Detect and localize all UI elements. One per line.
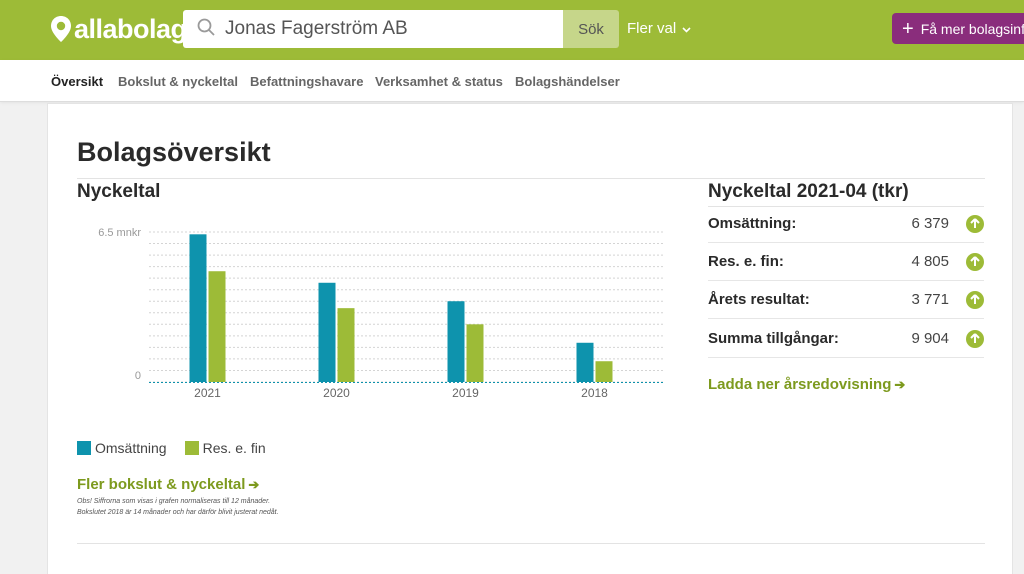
key-figure-value: 3 771 xyxy=(911,291,949,308)
key-figure-value: 6 379 xyxy=(911,215,949,232)
tab-bokslut-nyckeltal[interactable]: Bokslut & nyckeltal xyxy=(118,74,238,89)
search-input[interactable] xyxy=(225,18,545,40)
bar-res-e-fin-2021 xyxy=(208,271,226,382)
location-pin-icon xyxy=(50,15,72,43)
bar-res-e-fin-2020 xyxy=(337,308,355,382)
company-subnav: Översikt Bokslut & nyckeltal Befattnings… xyxy=(0,60,1024,102)
key-figures-chart: 6.5 mnkr 0 2021 2020 2019 2018 xyxy=(77,212,669,412)
bar-res-e-fin-2018 xyxy=(595,361,613,382)
key-figure-row: Omsättning: 6 379 xyxy=(708,205,984,243)
legend-swatch xyxy=(77,441,91,455)
key-figure-value: 9 904 xyxy=(911,330,949,347)
arrow-up-icon xyxy=(966,290,984,309)
search-button[interactable]: Sök xyxy=(563,10,619,48)
key-figure-value: 4 805 xyxy=(911,253,949,270)
arrow-right-icon: ➔ xyxy=(894,377,906,392)
key-figure-label: Årets resultat: xyxy=(708,291,810,308)
bar-res-e-fin-2019 xyxy=(466,324,484,382)
more-financials-link[interactable]: Fler bokslut & nyckeltal ➔ xyxy=(77,476,259,493)
top-bar: allabolag Sök Fler val + Få mer bolagsin… xyxy=(0,0,1024,60)
legend-item-res-e-fin: Res. e. fin xyxy=(184,440,266,456)
key-figure-row: Res. e. fin: 4 805 xyxy=(708,243,984,281)
bar-omsattning-2019 xyxy=(447,301,465,382)
chart-note-line-1: Obs! Siffrorna som visas i grafen normal… xyxy=(77,498,271,505)
bar-chart-svg: 6.5 mnkr 0 2021 2020 2019 2018 xyxy=(98,227,665,400)
title-divider xyxy=(77,178,985,179)
key-figures-title: Nyckeltal 2021-04 (tkr) xyxy=(708,181,909,202)
key-figure-label: Omsättning: xyxy=(708,215,797,232)
tab-bolagshandelser[interactable]: Bolagshändelser xyxy=(515,74,620,89)
more-options-label: Fler val xyxy=(627,20,677,37)
legend-label: Omsättning xyxy=(95,440,167,456)
x-tick-label: 2021 xyxy=(194,386,221,400)
key-figure-row: Årets resultat: 3 771 xyxy=(708,281,984,319)
plus-icon: + xyxy=(902,17,914,40)
chart-legend: Omsättning Res. e. fin xyxy=(77,440,266,456)
legend-label: Res. e. fin xyxy=(202,440,266,456)
arrow-right-icon: ➔ xyxy=(248,477,260,492)
overview-card: Bolagsöversikt Nyckeltal 6.5 mnkr 0 2021 20… xyxy=(47,103,1013,574)
logo[interactable]: allabolag xyxy=(50,13,187,44)
chart-title: Nyckeltal xyxy=(77,181,161,202)
key-figure-label: Res. e. fin: xyxy=(708,253,784,270)
search-bar: Sök xyxy=(183,10,619,48)
arrow-up-icon xyxy=(966,329,984,348)
x-tick-label: 2020 xyxy=(323,386,350,400)
legend-swatch xyxy=(184,441,199,455)
page-title: Bolagsöversikt xyxy=(77,137,271,167)
logo-text: allabolag xyxy=(74,13,187,44)
legend-item-omsattning: Omsättning xyxy=(77,440,167,456)
more-options-dropdown[interactable]: Fler val xyxy=(627,20,691,37)
chevron-down-icon xyxy=(682,20,691,37)
more-financials-label: Fler bokslut & nyckeltal xyxy=(77,476,246,493)
arrow-up-icon xyxy=(966,214,984,233)
x-tick-label: 2018 xyxy=(581,386,608,400)
bar-omsattning-2018 xyxy=(576,342,594,382)
tab-befattningshavare[interactable]: Befattningshavare xyxy=(250,74,363,89)
y-tick-label: 6.5 mnkr xyxy=(98,227,141,239)
tab-verksamhet-status[interactable]: Verksamhet & status xyxy=(375,74,503,89)
x-tick-label: 2019 xyxy=(452,386,479,400)
download-annual-report-link[interactable]: Ladda ner årsredovisning ➔ xyxy=(708,376,905,393)
bar-omsattning-2020 xyxy=(318,282,336,382)
tab-oversikt[interactable]: Översikt xyxy=(51,74,103,89)
key-figure-row: Summa tillgångar: 9 904 xyxy=(708,320,984,358)
y-tick-label: 0 xyxy=(135,370,141,382)
bar-omsattning-2021 xyxy=(189,234,207,382)
bottom-divider xyxy=(77,543,985,544)
arrow-up-icon xyxy=(966,252,984,271)
search-icon xyxy=(197,18,215,41)
chart-note-line-2: Bokslutet 2018 är 14 månader och har där… xyxy=(77,509,279,516)
key-figure-label: Summa tillgångar: xyxy=(708,330,839,347)
download-annual-report-label: Ladda ner årsredovisning xyxy=(708,376,892,393)
search-box xyxy=(183,10,563,48)
get-more-info-button[interactable]: + Få mer bolagsinfo xyxy=(892,13,1024,44)
cta-label: Få mer bolagsinfo xyxy=(920,20,1024,37)
